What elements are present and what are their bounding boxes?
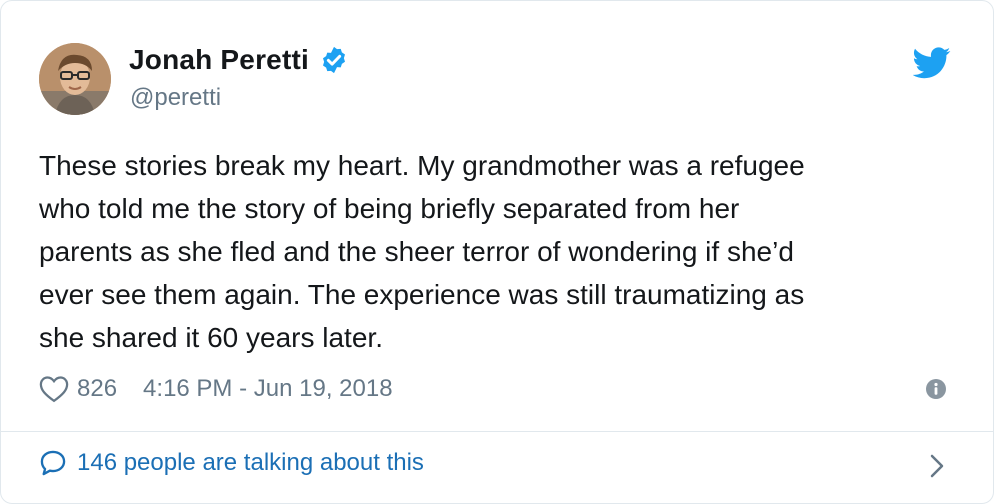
tweet-text: These stories break my heart. My grandmo… (39, 150, 805, 353)
chevron-right-icon[interactable] (929, 453, 945, 479)
conversation-count-label[interactable]: 146 people are talking about this (77, 449, 424, 477)
twitter-bird-icon[interactable] (913, 47, 951, 79)
avatar-image (39, 43, 111, 115)
conversation-link[interactable]: 146 people are talking about this (39, 449, 424, 477)
like-count[interactable]: 826 (77, 375, 117, 403)
divider (1, 431, 993, 432)
tweet-timestamp[interactable]: 4:16 PM - Jun 19, 2018 (143, 375, 393, 403)
verified-badge-icon (322, 46, 345, 74)
tweet-meta-row: 826 4:16 PM - Jun 19, 2018 (39, 371, 393, 407)
avatar[interactable] (39, 43, 111, 115)
heart-icon[interactable] (39, 375, 69, 403)
author-handle[interactable]: @peretti (130, 84, 221, 112)
author-display-name[interactable]: Jonah Peretti (129, 44, 309, 76)
author-name-row[interactable]: Jonah Peretti (129, 44, 349, 76)
tweet-card: Jonah Peretti @peretti These stories bre… (0, 0, 994, 504)
info-icon[interactable] (925, 378, 947, 400)
speech-bubble-icon (40, 450, 66, 476)
